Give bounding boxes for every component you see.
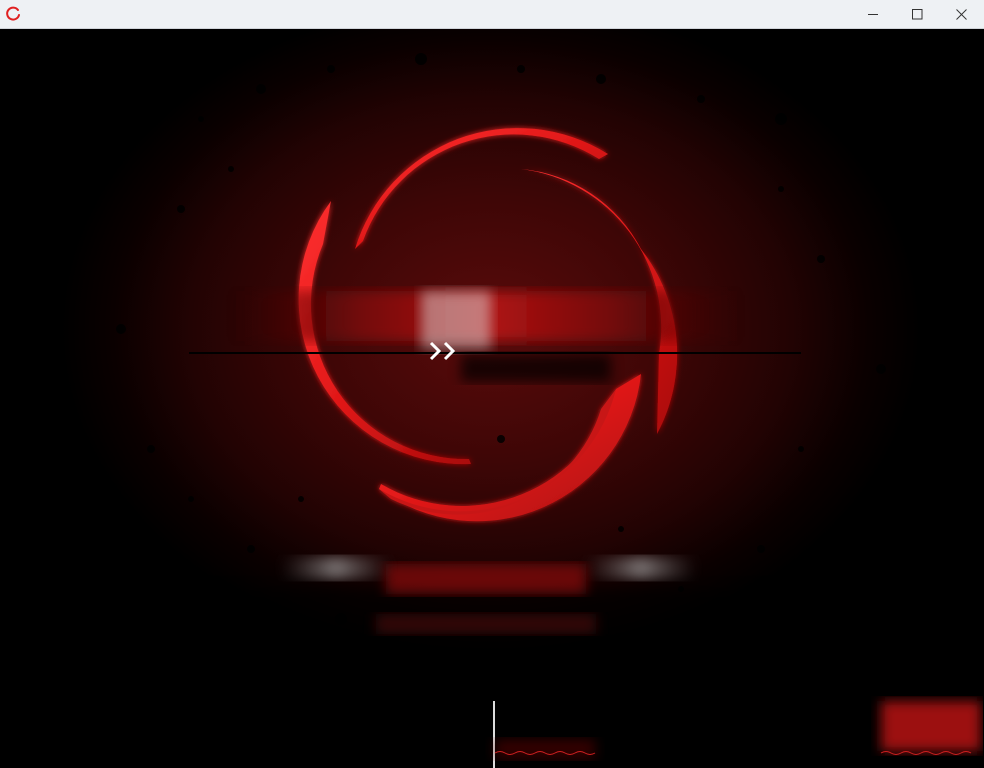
title-bar[interactable] — [0, 0, 984, 29]
subtitle-band-right — [586, 557, 696, 579]
subtitle-band-left — [281, 557, 391, 579]
close-button[interactable] — [938, 0, 984, 28]
maximize-button[interactable] — [894, 0, 940, 28]
loading-cursor — [493, 701, 495, 768]
red-ring-icon — [5, 6, 21, 22]
maximize-icon — [911, 8, 923, 20]
close-icon — [955, 8, 967, 20]
corner-accent — [881, 701, 981, 751]
splash-artwork — [1, 53, 983, 768]
minimize-icon — [867, 9, 879, 20]
minimize-button[interactable] — [850, 0, 896, 28]
app-window — [0, 0, 984, 768]
splash-screen — [1, 29, 983, 768]
